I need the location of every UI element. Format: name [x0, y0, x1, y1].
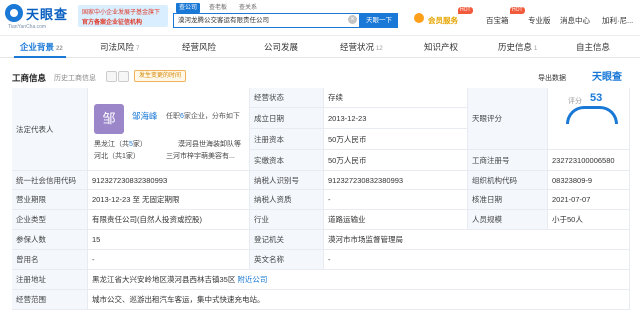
orgcode-value: 08323809-9	[548, 171, 630, 190]
legal-rep-label: 法定代表人	[12, 88, 88, 171]
credit-code-value: 91232723083238099З	[88, 171, 250, 190]
banner-line2: 官方备案企业征信机构	[82, 20, 143, 26]
authority-label: 登记机关	[250, 230, 324, 250]
nearby-companies-link[interactable]: 附近公司	[237, 275, 267, 284]
message-center-link[interactable]: 消息中心	[560, 15, 590, 26]
switch-icon[interactable]	[118, 71, 129, 82]
credit-code-label: 统一社会信用代码	[12, 171, 88, 190]
tab-company-development[interactable]: 公司发展	[264, 41, 300, 53]
search-input[interactable]: 漠河龙腾公交客运有限责任公司	[173, 13, 360, 28]
score-title: 评分	[568, 98, 582, 105]
legal-rep-avatar[interactable]: 邹	[94, 104, 124, 134]
capital-label: 注册资本	[250, 129, 324, 150]
related-region-2[interactable]: 河北（共1家）	[94, 151, 140, 161]
tab-history[interactable]: 历史信息 1	[498, 41, 537, 53]
score-gauge-icon	[566, 106, 618, 124]
former-name-label: 曾用名	[12, 250, 88, 270]
related-company-2[interactable]: 三河市梓宇萌美容有...	[166, 151, 235, 161]
term-value: 2013-12-23 至 无固定期限	[88, 190, 250, 210]
score-label-cell: 天眼评分	[468, 88, 548, 150]
founded-label: 成立日期	[250, 108, 324, 129]
scope-label: 经营范围	[12, 290, 88, 310]
legal-rep-name[interactable]: 邹海峰	[132, 110, 158, 122]
term-label: 营业期限	[12, 190, 88, 210]
orgcode-label: 组织机构代码	[468, 171, 548, 190]
regno-value: 232723100006580	[548, 150, 630, 171]
search-tab-company[interactable]: 查公司	[176, 3, 201, 13]
tab-self-info[interactable]: 自主信息	[576, 41, 612, 53]
brand-badge: 天眼查	[592, 72, 622, 83]
help-icon[interactable]	[106, 71, 117, 82]
paid-capital-value: 50万人民币	[324, 150, 468, 171]
legal-rep-roles: 任职6家企业，分布如下	[166, 113, 240, 120]
logo-text[interactable]: 天眼查	[26, 4, 68, 23]
staff-size-label: 人员规模	[468, 210, 548, 230]
english-name-label: 英文名称	[250, 250, 324, 270]
tab-judicial-risk[interactable]: 司法风险 7	[100, 41, 139, 53]
tab-enterprise-background[interactable]: 企业背景 22	[20, 41, 63, 53]
authority-value: 漠河市市场监督管理局	[324, 230, 630, 250]
status-label: 经营状态	[250, 88, 324, 108]
vip-crown-icon	[414, 13, 424, 23]
tab-intellectual-property[interactable]: 知识产权	[424, 41, 460, 53]
address-cell: 黑龙江省大兴安岭地区漠河县西林吉镇35区 附近公司	[88, 270, 630, 290]
active-tab-indicator	[14, 56, 66, 58]
related-region-1[interactable]: 黑龙江（共5家）	[94, 139, 147, 149]
score-value[interactable]: 53	[590, 92, 602, 104]
user-menu[interactable]: 加利·尼...	[602, 15, 633, 26]
capital-value: 50万人民币	[324, 129, 468, 150]
former-name-value: -	[88, 250, 250, 270]
change-warning-chip[interactable]: 发生变更的时间	[134, 70, 187, 82]
logo-url: TianYanCha.com	[8, 24, 47, 30]
hot-badge: HOT	[458, 7, 473, 14]
english-name-value: -	[324, 250, 630, 270]
related-company-1[interactable]: 漠河县世海装卸队等	[178, 139, 241, 149]
approve-date-value: 2021-07-07	[548, 190, 630, 210]
promo-banner[interactable]: 国家中小企业发展子基金旗下 官方备案企业征信机构	[78, 5, 168, 27]
insured-label: 参保人数	[12, 230, 88, 250]
search-type-tabs: 查公司 查老板 查关系	[176, 3, 260, 13]
taxid-label: 纳税人识别号	[250, 171, 324, 190]
search-button[interactable]: 天眼一下	[360, 13, 398, 28]
scope-value: 城市公交、巡游出租汽车客运，集中式快速充电站。	[88, 290, 630, 310]
approve-date-label: 核准日期	[468, 190, 548, 210]
section-title: 工商信息	[12, 73, 47, 83]
pro-edition-link[interactable]: 专业版	[528, 15, 551, 26]
company-type-value: 有限责任公司(自然人投资或控股)	[88, 210, 250, 230]
hot-badge: HOT	[510, 7, 525, 14]
tab-operating-status[interactable]: 经营状况 12	[340, 41, 383, 53]
industry-value: 道路运输业	[324, 210, 468, 230]
staff-size-value: 小于50人	[548, 210, 630, 230]
export-button[interactable]: 导出数据	[538, 73, 566, 83]
status-value: 存续	[324, 88, 468, 108]
tax-qualification-value: -	[324, 190, 468, 210]
regno-label: 工商注册号	[468, 150, 548, 171]
clear-icon[interactable]: ×	[348, 15, 357, 24]
tab-operating-risk[interactable]: 经营风险	[182, 41, 218, 53]
top-header: 天眼查 TianYanCha.com 国家中小企业发展子基金旗下 官方备案企业征…	[0, 0, 640, 36]
vip-service-link[interactable]: 会员服务	[428, 15, 458, 26]
logo-icon[interactable]	[5, 4, 23, 22]
banner-line1: 国家中小企业发展子基金旗下	[82, 10, 161, 16]
founded-value: 2013-12-23	[324, 108, 468, 129]
search-tab-relation[interactable]: 查关系	[236, 3, 260, 13]
insured-value: 15	[88, 230, 250, 250]
taxid-value: 912327230832380993	[324, 171, 468, 190]
industry-label: 行业	[250, 210, 324, 230]
company-type-label: 企业类型	[12, 210, 88, 230]
search-tab-boss[interactable]: 查老板	[206, 3, 230, 13]
toolbox-link[interactable]: 百宝箱	[486, 15, 509, 26]
address-label: 注册地址	[12, 270, 88, 290]
tax-qualification-label: 纳税人资质	[250, 190, 324, 210]
history-link[interactable]: 历史工商信息	[54, 73, 96, 83]
section-tabs: 企业背景 22 司法风险 7 经营风险 公司发展 经营状况 12 知识产权 历史信息 1…	[0, 36, 640, 58]
paid-capital-label: 实缴资本	[250, 150, 324, 171]
address-value: 黑龙江省大兴安岭地区漠河县西林吉镇35区	[92, 275, 236, 284]
